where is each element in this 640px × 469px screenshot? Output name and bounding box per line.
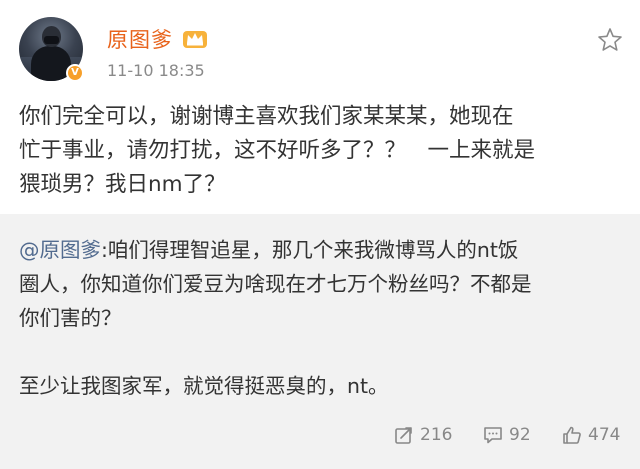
retweet-body: @原图爹:咱们得理智追星，那几个来我微博骂人的nt饭 圈人，你知道你们爱豆为啥现… [19, 233, 627, 403]
thumbs-up-icon [563, 426, 581, 444]
star-icon[interactable] [596, 26, 624, 54]
retweet-box[interactable]: @原图爹:咱们得理智追星，那几个来我微博骂人的nt饭 圈人，你知道你们爱豆为啥现… [0, 214, 640, 469]
avatar-figure-mask [44, 36, 59, 44]
post-body: 你们完全可以，谢谢博主喜欢我们家某某某，她现在 忙于事业，请勿打扰，这不好听多了… [19, 100, 627, 202]
retweet-text-line: 至少让我图家军，就觉得挺恶臭的，nt。 [19, 374, 389, 398]
post-timestamp: 11-10 18:35 [107, 61, 205, 80]
retweet-text-line: 你们害的？ [19, 306, 122, 330]
verified-badge-icon: V [66, 64, 84, 82]
repost-count: 216 [420, 425, 453, 445]
post-text-line: 你们完全可以，谢谢博主喜欢我们家某某某，她现在 [19, 104, 514, 129]
repost-button[interactable]: 216 [394, 420, 452, 450]
post-header: V 原图爹 11-10 18:35 [0, 0, 640, 96]
post-text-line: 忙于事业，请勿打扰，这不好听多了？？ 一上来就是 [19, 138, 536, 163]
comment-icon [484, 427, 502, 444]
like-count: 474 [588, 425, 621, 445]
crown-badge-icon [183, 31, 207, 48]
repost-icon [395, 427, 412, 444]
action-bar: 216 92 474 [0, 420, 640, 450]
post-text-line: 猥琐男？我日nm了？ [19, 172, 226, 197]
mention-link[interactable]: @原图爹 [19, 238, 101, 262]
comment-button[interactable]: 92 [483, 420, 531, 450]
retweet-paragraph-gap [19, 335, 627, 369]
like-button[interactable]: 474 [562, 420, 620, 450]
avatar-figure-body [31, 46, 71, 81]
comment-count: 92 [509, 425, 531, 445]
username[interactable]: 原图爹 [107, 24, 173, 54]
retweet-text-line: 圈人，你知道你们爱豆为啥现在才七万个粉丝吗？不都是 [19, 272, 532, 296]
retweet-text-segment: :咱们得理智追星，那几个来我微博骂人的nt饭 [101, 238, 519, 262]
retweet-text-line: @原图爹:咱们得理智追星，那几个来我微博骂人的nt饭 [19, 233, 627, 267]
